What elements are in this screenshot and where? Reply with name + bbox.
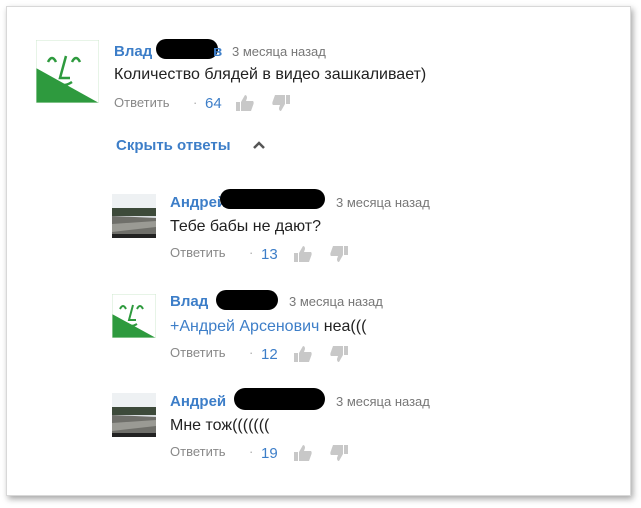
separator-dot: ·	[249, 444, 254, 459]
comment-author-tail: в	[213, 43, 223, 60]
hide-replies-button[interactable]: Скрыть ответы	[116, 137, 231, 154]
separator-dot: ·	[249, 345, 254, 360]
chevron-up-icon[interactable]	[252, 140, 266, 150]
reply-text: Тебе бабы не дают?	[170, 218, 322, 235]
separator-dot: ·	[249, 245, 254, 260]
reply-button[interactable]: Ответить	[114, 95, 170, 110]
comment-timestamp[interactable]: 3 месяца назад	[232, 44, 326, 59]
reply-body: неа(((	[319, 318, 367, 335]
thumbs-down-icon[interactable]	[329, 444, 349, 462]
thumbs-up-icon[interactable]	[293, 245, 313, 263]
reply-button[interactable]: Ответить	[170, 444, 226, 459]
like-count: 13	[261, 246, 278, 263]
reply-timestamp[interactable]: 3 месяца назад	[289, 294, 383, 309]
comment-text: Количество блядей в видео зашкаливает)	[114, 66, 427, 83]
comments-panel: Влад в 3 месяца назад Количество блядей …	[6, 6, 631, 496]
redacted-name	[216, 290, 278, 310]
reply-author[interactable]: Андрей	[170, 194, 226, 211]
reply-author[interactable]: Влад	[170, 293, 208, 310]
avatar[interactable]	[112, 294, 156, 338]
reply-button[interactable]: Ответить	[170, 245, 226, 260]
like-count: 12	[261, 346, 278, 363]
reply-text: Мне тож(((((((	[170, 417, 270, 434]
thumbs-down-icon[interactable]	[271, 94, 291, 112]
redacted-name	[156, 39, 218, 59]
reply-button[interactable]: Ответить	[170, 345, 226, 360]
redacted-name	[234, 388, 325, 410]
like-count: 19	[261, 445, 278, 462]
redacted-name	[220, 189, 325, 209]
like-count: 64	[205, 95, 222, 112]
avatar[interactable]	[36, 40, 99, 103]
avatar[interactable]	[112, 194, 156, 238]
separator-dot: ·	[193, 95, 198, 110]
reply-author[interactable]: Андрей	[170, 393, 226, 410]
reply-text: +Андрей Арсенович неа(((	[170, 318, 366, 336]
thumbs-up-icon[interactable]	[235, 94, 255, 112]
thumbs-down-icon[interactable]	[329, 245, 349, 263]
reply-timestamp[interactable]: 3 месяца назад	[336, 195, 430, 210]
thumbs-up-icon[interactable]	[293, 444, 313, 462]
avatar[interactable]	[112, 393, 156, 437]
mention-link[interactable]: +Андрей Арсенович	[170, 318, 319, 335]
thumbs-up-icon[interactable]	[293, 345, 313, 363]
thumbs-down-icon[interactable]	[329, 345, 349, 363]
reply-timestamp[interactable]: 3 месяца назад	[336, 394, 430, 409]
comment-author[interactable]: Влад	[114, 43, 152, 60]
